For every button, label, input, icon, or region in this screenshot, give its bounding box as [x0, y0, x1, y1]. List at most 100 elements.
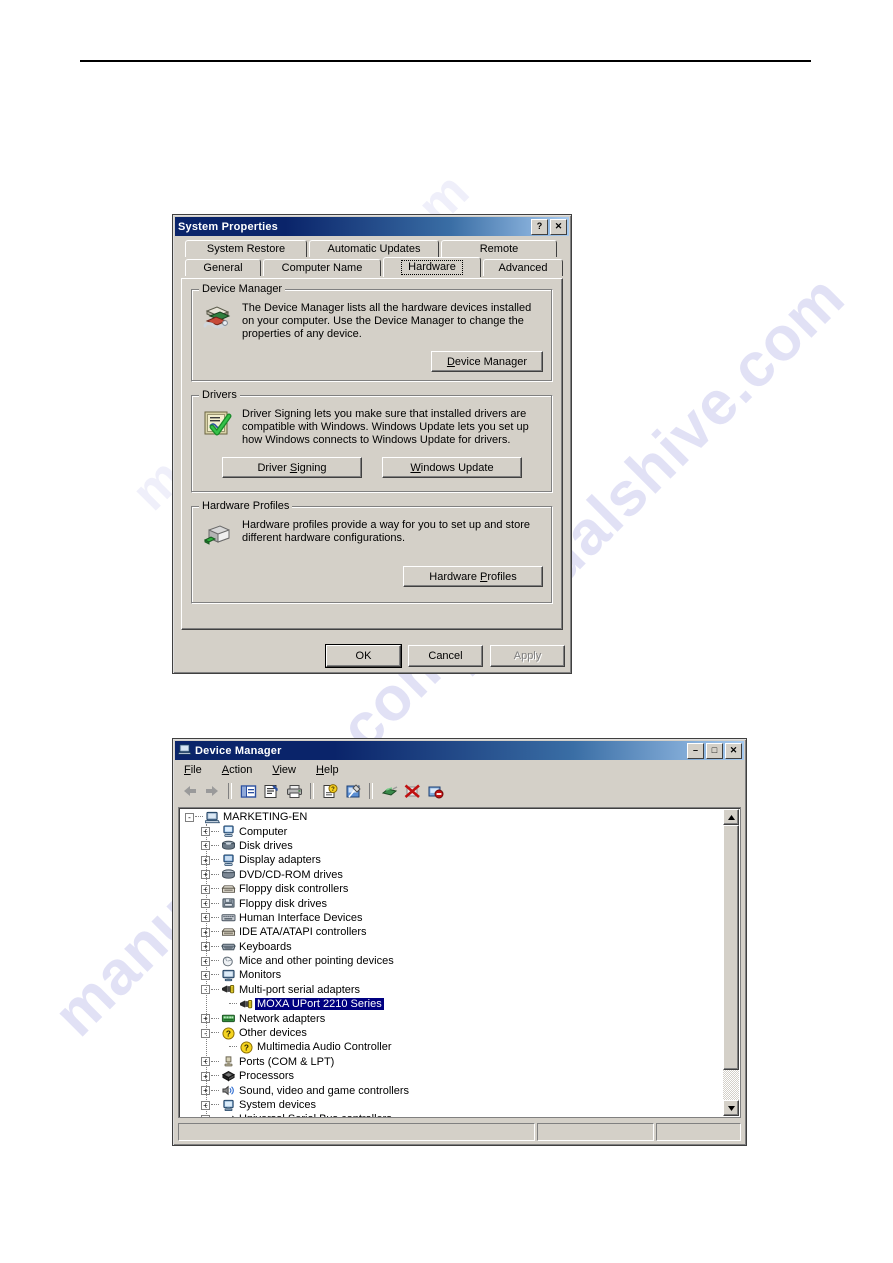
device-tree-item-label: Ports (COM & LPT) [239, 1055, 335, 1068]
device-tree-item[interactable]: + Keyboards [179, 940, 724, 954]
tab-label: System Restore [206, 243, 286, 255]
serial-adapter-icon [220, 983, 237, 996]
menu-item-view[interactable]: View [269, 763, 299, 777]
tree-connector [211, 859, 219, 861]
device-tree-item[interactable]: + DVD/CD-ROM drives [179, 868, 724, 882]
tree-connector [211, 1032, 219, 1034]
device-tree-item-label: IDE ATA/ATAPI controllers [239, 926, 367, 939]
tab-general[interactable]: General [185, 259, 261, 276]
tree-connector [211, 1060, 219, 1063]
maximize-button[interactable]: □ [706, 742, 723, 759]
system-device-icon [220, 1099, 237, 1112]
drivers-group: Drivers Driver Signing lets you make sur… [191, 389, 553, 493]
close-button[interactable]: ✕ [725, 742, 742, 759]
menu-item-file[interactable]: File [181, 763, 205, 777]
device-tree-item[interactable]: + Floppy disk drives [179, 896, 724, 910]
device-tree-panel: - MARKETING-EN + Computer + Disk drives + Displ… [178, 807, 741, 1118]
scroll-up-button[interactable] [723, 809, 739, 825]
device-tree-item[interactable]: + Processors [179, 1069, 724, 1083]
device-tree-item-label: Monitors [239, 969, 282, 982]
group-title: Device Manager [199, 283, 286, 295]
device-tree-item[interactable]: + Disk drives [179, 839, 724, 853]
tab-automatic-updates[interactable]: Automatic Updates [309, 240, 439, 257]
help-icon[interactable]: ? [320, 782, 340, 801]
close-button[interactable]: ✕ [550, 218, 567, 235]
device-manager-button[interactable]: Device Manager [431, 351, 543, 372]
update-driver-icon[interactable] [343, 782, 363, 801]
tree-connector [211, 1104, 219, 1106]
disable-device-icon[interactable] [402, 782, 422, 801]
tab-label: Automatic Updates [327, 243, 421, 255]
help-button[interactable]: ? [531, 218, 548, 235]
back-icon[interactable] [179, 782, 199, 801]
tab-hardware[interactable]: Hardware [383, 257, 481, 277]
tab-computer-name[interactable]: Computer Name [263, 259, 381, 276]
properties-icon[interactable] [261, 782, 281, 801]
device-tree-item[interactable]: + Sound, video and game controllers [179, 1083, 724, 1097]
floppy-drive-icon [220, 897, 237, 910]
print-icon[interactable] [284, 782, 304, 801]
drivers-description: Driver Signing lets you make sure that i… [242, 408, 529, 446]
separator [369, 783, 373, 799]
scrollbar-thumb[interactable] [723, 825, 739, 1070]
tree-collapse-toggle[interactable]: - [185, 812, 194, 822]
mnemonic: F [184, 763, 191, 776]
menu-item-help[interactable]: Help [313, 763, 342, 777]
port-icon [220, 1055, 237, 1068]
tab-system-restore[interactable]: System Restore [185, 240, 307, 257]
cdrom-icon [220, 868, 237, 881]
windows-update-button[interactable]: Windows Update [382, 457, 522, 478]
uninstall-device-icon[interactable] [425, 782, 445, 801]
tree-connector [211, 960, 219, 962]
device-tree-item[interactable]: + Network adapters [179, 1011, 724, 1025]
hardware-profiles-button[interactable]: Hardware Profiles [403, 566, 543, 587]
device-tree-item[interactable]: + Human Interface Devices [179, 911, 724, 925]
scrollbar-track[interactable] [723, 825, 739, 1100]
window-title: Device Manager [195, 744, 282, 757]
device-tree-item[interactable]: +Universal Serial Bus controllers [179, 1112, 724, 1117]
device-tree-item[interactable]: + System devices [179, 1098, 724, 1112]
group-title: Drivers [199, 389, 240, 401]
tab-label: Hardware [401, 260, 463, 275]
scroll-down-button[interactable] [723, 1100, 739, 1116]
forward-icon[interactable] [202, 782, 222, 801]
tab-remote[interactable]: Remote [441, 240, 557, 257]
device-tree-item[interactable]: + IDE ATA/ATAPI controllers [179, 925, 724, 939]
device-tree-item[interactable]: MOXA UPort 2210 Series [179, 997, 724, 1012]
scan-for-hardware-changes-icon[interactable] [379, 782, 399, 801]
menu-item-action[interactable]: Action [219, 763, 256, 777]
device-tree-item-label: Universal Serial Bus controllers [237, 1113, 392, 1117]
statusbar [178, 1123, 741, 1141]
disk-drive-icon [220, 839, 237, 852]
cancel-button[interactable]: Cancel [408, 645, 483, 667]
vertical-scrollbar[interactable] [723, 809, 739, 1116]
group-title: Hardware Profiles [199, 500, 293, 512]
device-tree-item[interactable]: + Display adapters [179, 853, 724, 867]
device-tree-item[interactable]: -? Other devices [179, 1026, 724, 1040]
ok-button[interactable]: OK [326, 645, 401, 667]
driver-signing-button[interactable]: Driver Signing [222, 457, 362, 478]
device-tree-item[interactable]: - MARKETING-EN [179, 810, 724, 824]
device-tree-item[interactable]: + Floppy disk controllers [179, 882, 724, 896]
mnemonic: S [289, 461, 298, 474]
tree-connector [211, 974, 219, 976]
device-tree-item-label: Display adapters [239, 854, 321, 867]
device-tree-item[interactable]: + Monitors [179, 968, 724, 982]
tab-label: Advanced [498, 262, 548, 274]
device-tree-item-label: Computer [239, 825, 288, 838]
device-tree-item[interactable]: + Ports (COM & LPT) [179, 1055, 724, 1069]
tree-connector [211, 888, 219, 890]
minimize-button[interactable]: – [687, 742, 704, 759]
device-tree-item[interactable]: + Computer [179, 824, 724, 838]
statusbar-pane-1 [178, 1123, 535, 1141]
device-tree[interactable]: - MARKETING-EN + Computer + Disk drives + Displ… [179, 810, 724, 1117]
device-tree-item[interactable]: ? Multimedia Audio Controller [179, 1040, 724, 1054]
device-tree-item[interactable]: - Multi-port serial adapters [179, 983, 724, 997]
device-manager-titlebar: Device Manager – □ ✕ [175, 741, 744, 760]
device-tree-item[interactable]: + Mice and other pointing devices [179, 954, 724, 968]
monitor-icon [220, 969, 237, 982]
display-adapter-icon [220, 854, 237, 867]
show-hide-console-tree-icon[interactable] [238, 782, 258, 801]
device-tree-item-label: Processors [239, 1070, 295, 1083]
tab-advanced[interactable]: Advanced [483, 259, 563, 276]
